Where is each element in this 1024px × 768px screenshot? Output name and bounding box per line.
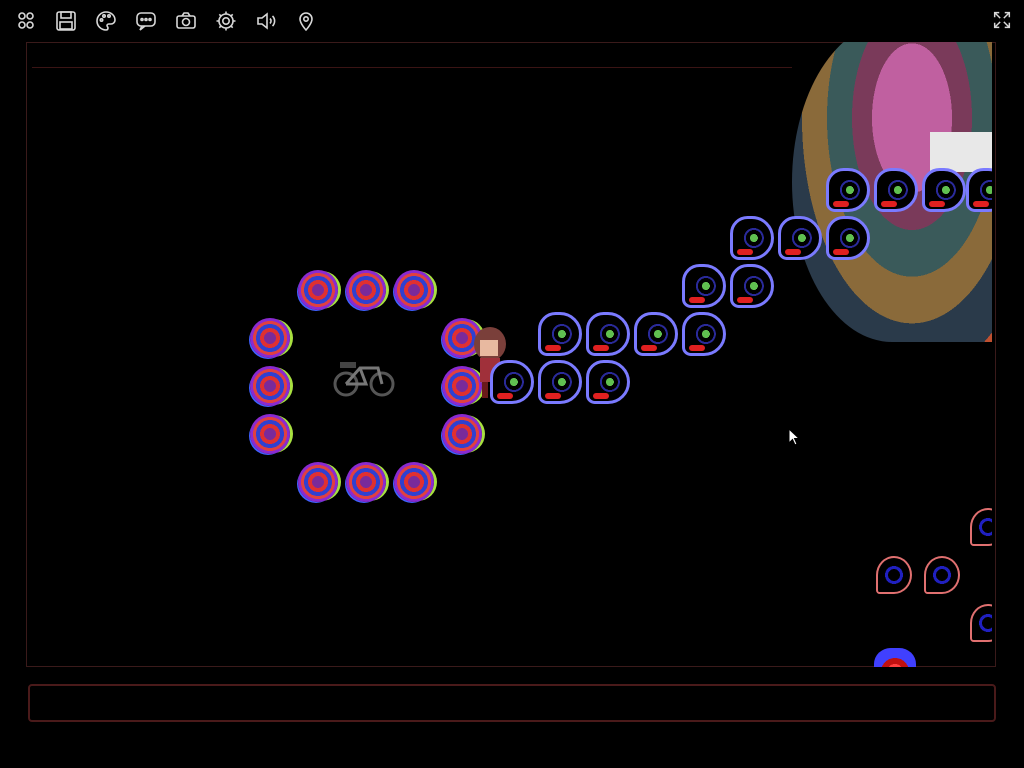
- blob-creature-detail: [930, 132, 992, 172]
- camera-icon[interactable]: [172, 7, 200, 35]
- save-icon[interactable]: [52, 7, 80, 35]
- eye-tile: [966, 168, 992, 212]
- palette-icon[interactable]: [92, 7, 120, 35]
- spiral-tile: [394, 270, 434, 310]
- game-viewport[interactable]: [26, 42, 992, 667]
- blue-eye-tile: [924, 556, 960, 594]
- eye-tile: [586, 312, 630, 356]
- eye-tile: [538, 360, 582, 404]
- users-icon[interactable]: [12, 7, 40, 35]
- mouse-cursor: [788, 428, 800, 446]
- eye-tile: [586, 360, 630, 404]
- toolbar: [12, 6, 320, 36]
- eye-tile: [682, 264, 726, 308]
- eye-tile: [826, 216, 870, 260]
- eye-tile: [490, 360, 534, 404]
- eye-tile: [778, 216, 822, 260]
- fire-creature: [874, 648, 916, 667]
- chat-icon[interactable]: [132, 7, 160, 35]
- blue-eye-tile: [876, 556, 912, 594]
- location-pin-icon[interactable]: [292, 7, 320, 35]
- spiral-tile: [346, 270, 386, 310]
- spiral-tile: [250, 318, 290, 358]
- spiral-tile: [298, 462, 338, 502]
- volume-icon[interactable]: [252, 7, 280, 35]
- spiral-tile: [394, 462, 434, 502]
- eye-tile: [538, 312, 582, 356]
- message-box: [28, 684, 996, 722]
- fullscreen-icon[interactable]: [988, 6, 1016, 34]
- blue-eye-tile: [970, 508, 992, 546]
- eye-tile: [634, 312, 678, 356]
- blue-eye-tile: [970, 604, 992, 642]
- spiral-tile: [250, 366, 290, 406]
- spiral-tile: [442, 414, 482, 454]
- eye-tile: [730, 264, 774, 308]
- spiral-tile: [250, 414, 290, 454]
- spiral-tile: [346, 462, 386, 502]
- eye-tile: [922, 168, 966, 212]
- eye-tile: [730, 216, 774, 260]
- spiral-tile: [298, 270, 338, 310]
- eye-tile: [826, 168, 870, 212]
- settings-icon[interactable]: [212, 7, 240, 35]
- eye-tile: [874, 168, 918, 212]
- bicycle-effect[interactable]: [332, 358, 398, 398]
- eye-tile: [682, 312, 726, 356]
